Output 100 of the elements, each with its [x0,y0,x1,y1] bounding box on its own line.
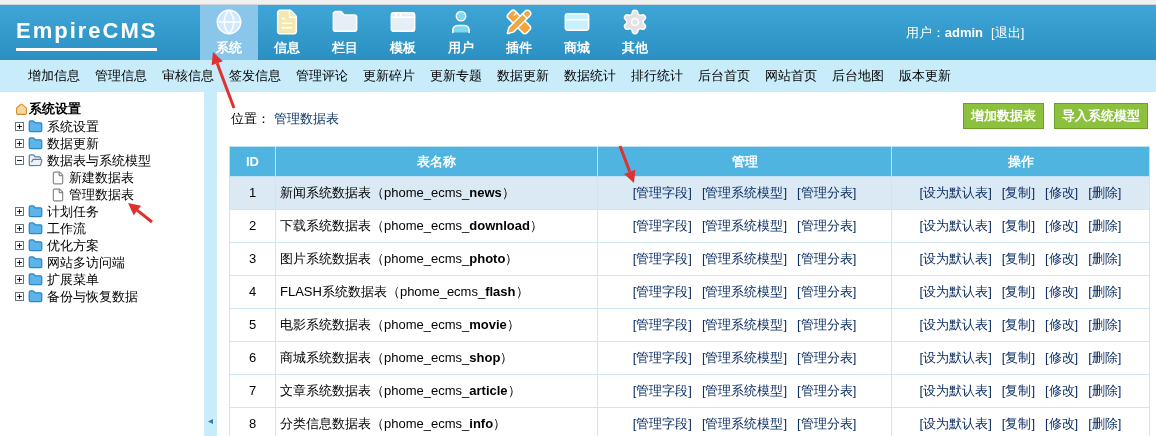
globe-icon [215,7,243,36]
operation-link[interactable]: [删除] [1088,348,1122,368]
manage-link[interactable]: [管理系统模型] [701,216,788,236]
nav-link[interactable]: 管理评论 [296,66,348,86]
nav-link[interactable]: 增加信息 [28,66,80,86]
operation-link[interactable]: [设为默认表] [919,249,992,269]
operation-link[interactable]: [复制] [1001,183,1035,203]
operation-link[interactable]: [修改] [1045,348,1079,368]
operation-link[interactable]: [修改] [1045,249,1079,269]
operation-link[interactable]: [修改] [1045,381,1079,401]
operation-link[interactable]: [删除] [1088,183,1122,203]
annotation-arrow [128,203,153,224]
table-row[interactable]: 1 新闻系统数据表（phome_ecms_news） [管理字段] [管理系统模型] [管理分表] [设为默认表] [复制] [修改] [删除] [229,176,1150,210]
operation-link[interactable]: [复制] [1001,249,1035,269]
page-icon [51,170,65,185]
manage-link[interactable]: [管理分表] [797,315,857,335]
nav-link[interactable]: 审核信息 [162,66,214,86]
operation-link[interactable]: [复制] [1001,216,1035,236]
table-cell: 图片系统数据表（phome_ecms_photo） [275,242,598,276]
manage-link[interactable]: [管理字段] [632,249,692,269]
folder-icon [28,221,43,236]
operation-link[interactable]: [删除] [1088,315,1122,335]
nav-link[interactable]: 数据统计 [564,66,616,86]
expand-icon[interactable] [15,207,24,216]
operation-link[interactable]: [删除] [1088,282,1122,302]
table-row[interactable]: 4 FLASH系统数据表（phome_ecms_flash） [管理字段] [管理系统模型] [管理分表] [设为默认表] [复制] [修改] [删除] [229,275,1150,309]
expand-icon[interactable] [15,275,24,284]
operation-link[interactable]: [设为默认表] [919,183,992,203]
nav-link[interactable]: 更新专题 [430,66,482,86]
collapse-icon[interactable] [15,156,24,165]
manage-link[interactable]: [管理字段] [632,414,692,434]
operation-link[interactable]: [修改] [1045,282,1079,302]
nav-link[interactable]: 更新碎片 [363,66,415,86]
nav-link[interactable]: 排行统计 [631,66,683,86]
operation-link[interactable]: [设为默认表] [919,348,992,368]
manage-link[interactable]: [管理分表] [797,414,857,434]
operation-link[interactable]: [删除] [1088,381,1122,401]
operation-link[interactable]: [复制] [1001,315,1035,335]
operation-link[interactable]: [设为默认表] [919,282,992,302]
manage-link[interactable]: [管理分表] [797,183,857,203]
nav-link[interactable]: 管理信息 [95,66,147,86]
operation-link[interactable]: [设为默认表] [919,216,992,236]
table-row[interactable]: 7 文章系统数据表（phome_ecms_article） [管理字段] [管理系统模型] [管理分表] [设为默认表] [复制] [修改] [删除] [229,374,1150,408]
operation-link[interactable]: [复制] [1001,348,1035,368]
nav-link[interactable]: 后台地图 [832,66,884,86]
nav-link[interactable]: 网站首页 [765,66,817,86]
manage-link[interactable]: [管理字段] [632,348,692,368]
operation-link[interactable]: [修改] [1045,315,1079,335]
table-cell: 2 [229,209,276,243]
folder-icon [28,255,43,270]
nav-link[interactable]: 版本更新 [899,66,951,86]
table-row[interactable]: 2 下载系统数据表（phome_ecms_download） [管理字段] [管理系统模型] [管理分表] [设为默认表] [复制] [修改] [删除] [229,209,1150,243]
manage-link[interactable]: [管理系统模型] [701,381,788,401]
expand-icon[interactable] [15,258,24,267]
manage-link[interactable]: [管理系统模型] [701,348,788,368]
operation-link[interactable]: [复制] [1001,414,1035,434]
table-row[interactable]: 3 图片系统数据表（phome_ecms_photo） [管理字段] [管理系统模型] [管理分表] [设为默认表] [复制] [修改] [删除] [229,242,1150,276]
manage-link[interactable]: [管理分表] [797,348,857,368]
expand-icon[interactable] [15,241,24,250]
operation-link[interactable]: [设为默认表] [919,414,992,434]
operation-link[interactable]: [修改] [1045,414,1079,434]
breadcrumb: 位置： 管理数据表 [230,110,339,129]
nav-link[interactable]: 签发信息 [229,66,281,86]
operation-link[interactable]: [设为默认表] [919,315,992,335]
manage-link[interactable]: [管理字段] [632,216,692,236]
table-row[interactable]: 8 分类信息数据表（phome_ecms_info） [管理字段] [管理系统模型] [管理分表] [设为默认表] [复制] [修改] [删除] [229,407,1150,436]
manage-link[interactable]: [管理系统模型] [701,282,788,302]
operation-link[interactable]: [删除] [1088,216,1122,236]
manage-link[interactable]: [管理字段] [632,315,692,335]
table-row[interactable]: 5 电影系统数据表（phome_ecms_movie） [管理字段] [管理系统模型] [管理分表] [设为默认表] [复制] [修改] [删除] [229,308,1150,342]
operation-link[interactable]: [复制] [1001,282,1035,302]
pencil-ruler-icon [505,7,533,36]
expand-icon[interactable] [15,139,24,148]
operation-link[interactable]: [修改] [1045,216,1079,236]
operation-link[interactable]: [复制] [1001,381,1035,401]
manage-link[interactable]: [管理系统模型] [701,249,788,269]
manage-link[interactable]: [管理字段] [632,183,692,203]
operation-link[interactable]: [修改] [1045,183,1079,203]
manage-link[interactable]: [管理分表] [797,216,857,236]
manage-link[interactable]: [管理系统模型] [701,414,788,434]
operation-link[interactable]: [删除] [1088,414,1122,434]
expand-icon[interactable] [15,122,24,131]
column-header: 管理 [597,146,892,177]
manage-link[interactable]: [管理字段] [632,381,692,401]
operation-link[interactable]: [设为默认表] [919,381,992,401]
operation-link[interactable]: [删除] [1088,249,1122,269]
table-cell: 新闻系统数据表（phome_ecms_news） [275,176,598,210]
manage-link[interactable]: [管理字段] [632,282,692,302]
manage-link[interactable]: [管理分表] [797,282,857,302]
manage-link[interactable]: [管理系统模型] [701,183,788,203]
manage-link[interactable]: [管理系统模型] [701,315,788,335]
manage-link[interactable]: [管理分表] [797,381,857,401]
column-header: ID [229,146,276,177]
nav-link[interactable]: 数据更新 [497,66,549,86]
manage-link[interactable]: [管理分表] [797,249,857,269]
nav-link[interactable]: 后台首页 [698,66,750,86]
collapse-toggle[interactable]: ◂ [208,416,214,426]
table-row[interactable]: 6 商城系统数据表（phome_ecms_shop） [管理字段] [管理系统模型] [管理分表] [设为默认表] [复制] [修改] [删除] [229,341,1150,375]
expand-icon[interactable] [15,224,24,233]
expand-icon[interactable] [15,292,24,301]
